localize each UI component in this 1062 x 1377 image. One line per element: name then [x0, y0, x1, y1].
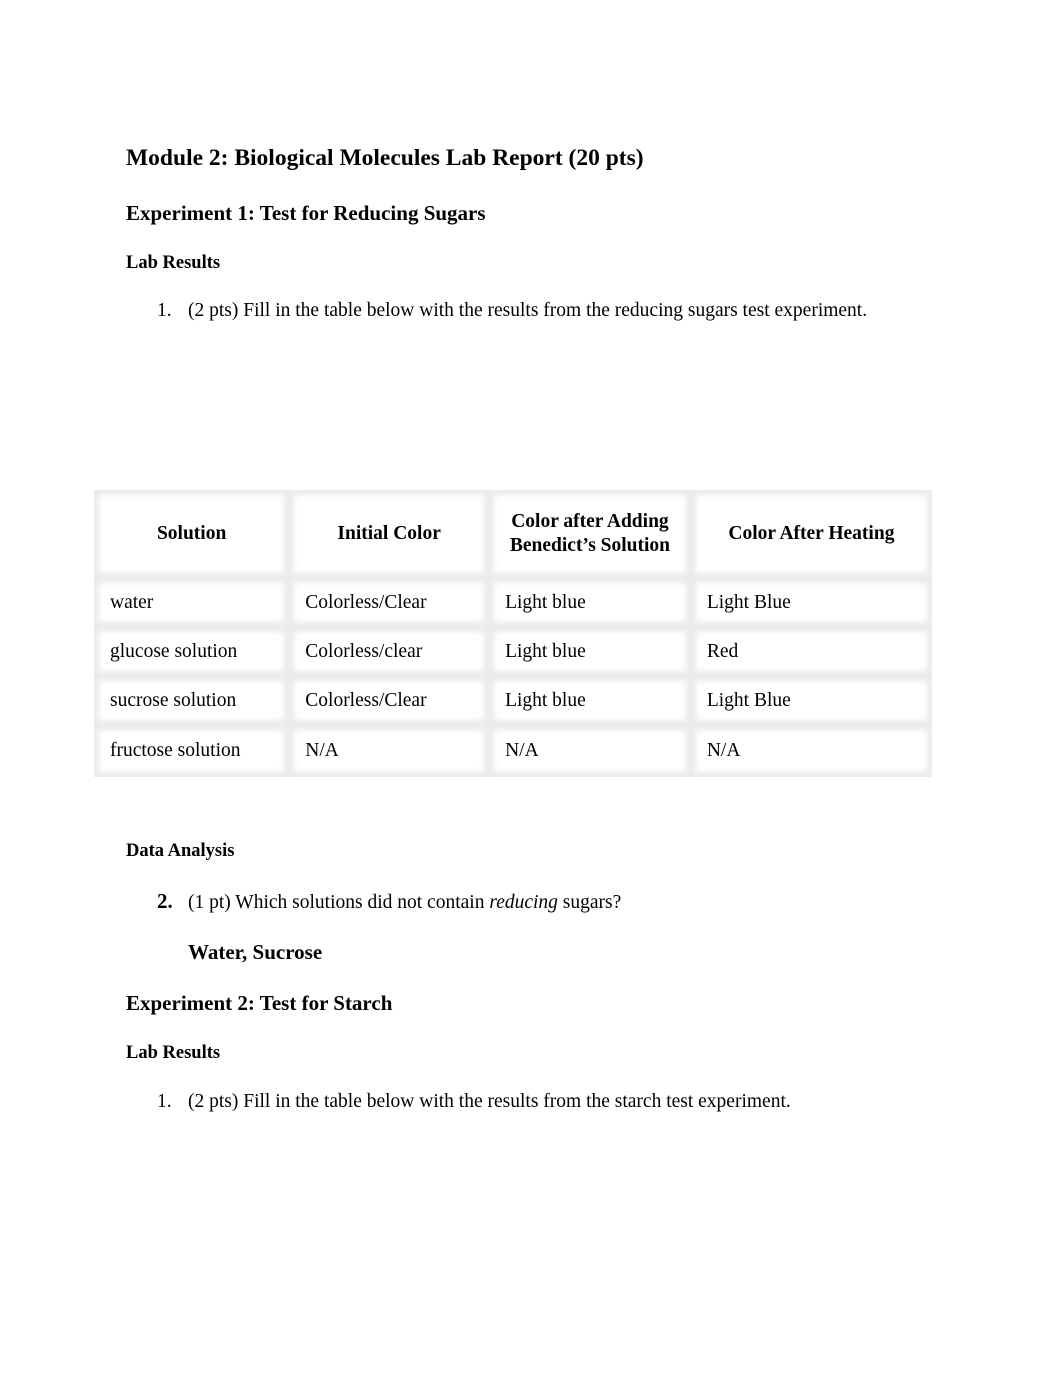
table-row: water Colorless/Clear Light blue Light B… [94, 578, 932, 627]
table-header-row: Solution Initial Color Color after Addin… [94, 490, 932, 578]
table-cell[interactable]: Colorless/Clear [289, 578, 490, 627]
table-cell[interactable]: glucose solution [94, 627, 290, 676]
question-number: 1. [157, 1091, 172, 1112]
column-header-color-after-benedicts: Color after Adding Benedict’s Solution [489, 490, 691, 578]
column-header-initial-color: Initial Color [289, 490, 490, 578]
experiment1-question-1: 1. (2 pts) Fill in the table below with t… [157, 300, 867, 322]
table-cell[interactable]: Light blue [489, 578, 691, 627]
question-text-end: sugars? [557, 892, 622, 913]
column-header-color-after-heating: Color After Heating [690, 490, 932, 578]
question-text: (2 pts) Fill in the table below with the… [188, 1091, 791, 1112]
data-analysis-heading: Data Analysis [126, 841, 235, 861]
table-cell[interactable]: N/A [489, 725, 691, 777]
experiment2-lab-results-heading: Lab Results [126, 1043, 221, 1063]
table-cell[interactable]: fructose solution [94, 725, 290, 777]
table-cell[interactable]: Light blue [489, 627, 691, 676]
experiment1-heading: Experiment 1: Test for Reducing Sugars [126, 201, 486, 225]
reducing-sugars-results-table: Solution Initial Color Color after Addin… [94, 490, 932, 777]
experiment1-question-2: 2. (1 pt) Which solutions did not contain… [157, 889, 621, 914]
table-row: fructose solution N/A N/A N/A [94, 725, 932, 777]
table-row: sucrose solution Colorless/Clear Light b… [94, 676, 932, 725]
document-title: Module 2: Biological Molecules Lab Repor… [126, 145, 644, 171]
table-cell[interactable]: Light Blue [690, 578, 932, 627]
question-text: (2 pts) Fill in the table below with the… [188, 300, 868, 321]
experiment1-lab-results-heading: Lab Results [126, 253, 221, 273]
table-cell[interactable]: Light Blue [690, 676, 932, 725]
table-cell[interactable]: Red [690, 627, 932, 676]
table-cell[interactable]: Light blue [489, 676, 691, 725]
question-text-emphasis: reducing [489, 892, 558, 913]
table-cell[interactable]: N/A [690, 725, 932, 777]
table-cell[interactable]: N/A [289, 725, 490, 777]
column-header-solution: Solution [94, 490, 290, 578]
experiment2-question-1: 1. (2 pts) Fill in the table below with t… [157, 1091, 791, 1113]
experiment2-heading: Experiment 2: Test for Starch [126, 991, 393, 1015]
question-number: 1. [157, 300, 172, 321]
question-number: 2. [157, 889, 173, 913]
table-cell[interactable]: Colorless/Clear [289, 676, 490, 725]
table-row: glucose solution Colorless/clear Light b… [94, 627, 932, 676]
question-2-answer[interactable]: Water, Sucrose [188, 940, 322, 965]
table-cell[interactable]: water [94, 578, 290, 627]
question-text: (1 pt) Which solutions did not contain [188, 892, 490, 913]
table-cell[interactable]: sucrose solution [94, 676, 290, 725]
table-cell[interactable]: Colorless/clear [289, 627, 490, 676]
